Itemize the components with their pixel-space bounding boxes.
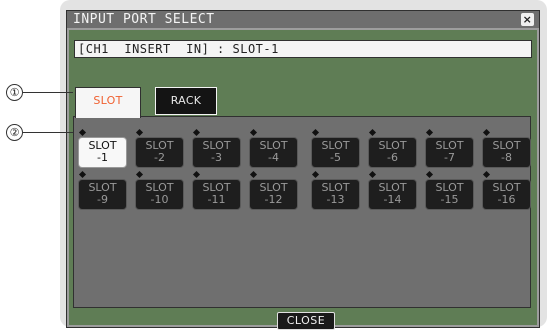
port-header-field: [CH1 INSERT IN] : SLOT-1 <box>74 40 532 58</box>
slot-indicator-icon <box>135 170 144 179</box>
dialog-title: INPUT PORT SELECT <box>73 12 215 27</box>
slot-button[interactable]: SLOT -1 <box>78 137 127 168</box>
slot-indicator-icon <box>249 128 258 137</box>
slot-button[interactable]: SLOT -9 <box>78 179 127 210</box>
slot-indicator-icon <box>482 170 491 179</box>
slot-indicator-icon <box>425 128 434 137</box>
slot-indicator-icon <box>368 128 377 137</box>
callout-1: ① <box>6 84 23 101</box>
slot-indicator-icon <box>192 170 201 179</box>
callout-1-leader <box>23 92 73 93</box>
slot-button[interactable]: SLOT -16 <box>482 179 531 210</box>
dialog-title-bar: INPUT PORT SELECT × <box>67 11 539 28</box>
slot-button[interactable]: SLOT -12 <box>249 179 298 210</box>
slot-indicator-icon <box>78 170 87 179</box>
slot-button[interactable]: SLOT -13 <box>311 179 360 210</box>
tab-rack[interactable]: RACK <box>155 87 217 115</box>
callout-2: ② <box>6 124 23 141</box>
slot-indicator-icon <box>425 170 434 179</box>
callout-2-leader <box>23 132 73 133</box>
slot-indicator-icon <box>135 128 144 137</box>
close-button[interactable]: CLOSE <box>277 312 335 330</box>
tab-slot[interactable]: SLOT <box>75 87 141 118</box>
slot-indicator-icon <box>482 128 491 137</box>
slot-indicator-icon <box>311 128 320 137</box>
slot-indicator-icon <box>368 170 377 179</box>
slot-button[interactable]: SLOT -6 <box>368 137 417 168</box>
slot-indicator-icon <box>192 128 201 137</box>
dialog-body: [CH1 INSERT IN] : SLOT-1 SLOT RACK SLOT … <box>69 30 537 330</box>
slot-button[interactable]: SLOT -10 <box>135 179 184 210</box>
slot-button[interactable]: SLOT -4 <box>249 137 298 168</box>
input-port-select-dialog: INPUT PORT SELECT × [CH1 INSERT IN] : SL… <box>66 10 540 330</box>
slot-button[interactable]: SLOT -3 <box>192 137 241 168</box>
slot-button[interactable]: SLOT -15 <box>425 179 474 210</box>
close-x-icon[interactable]: × <box>521 13 534 26</box>
slot-indicator-icon <box>78 128 87 137</box>
slot-button[interactable]: SLOT -11 <box>192 179 241 210</box>
slot-button[interactable]: SLOT -8 <box>482 137 531 168</box>
slot-button[interactable]: SLOT -2 <box>135 137 184 168</box>
slot-indicator-icon <box>311 170 320 179</box>
slot-grid: SLOT -1 SLOT -2 SLOT -3 SLOT -4 SLOT -5 SLOT … <box>73 116 531 308</box>
slot-indicator-icon <box>249 170 258 179</box>
slot-button[interactable]: SLOT -14 <box>368 179 417 210</box>
slot-button[interactable]: SLOT -7 <box>425 137 474 168</box>
slot-button[interactable]: SLOT -5 <box>311 137 360 168</box>
